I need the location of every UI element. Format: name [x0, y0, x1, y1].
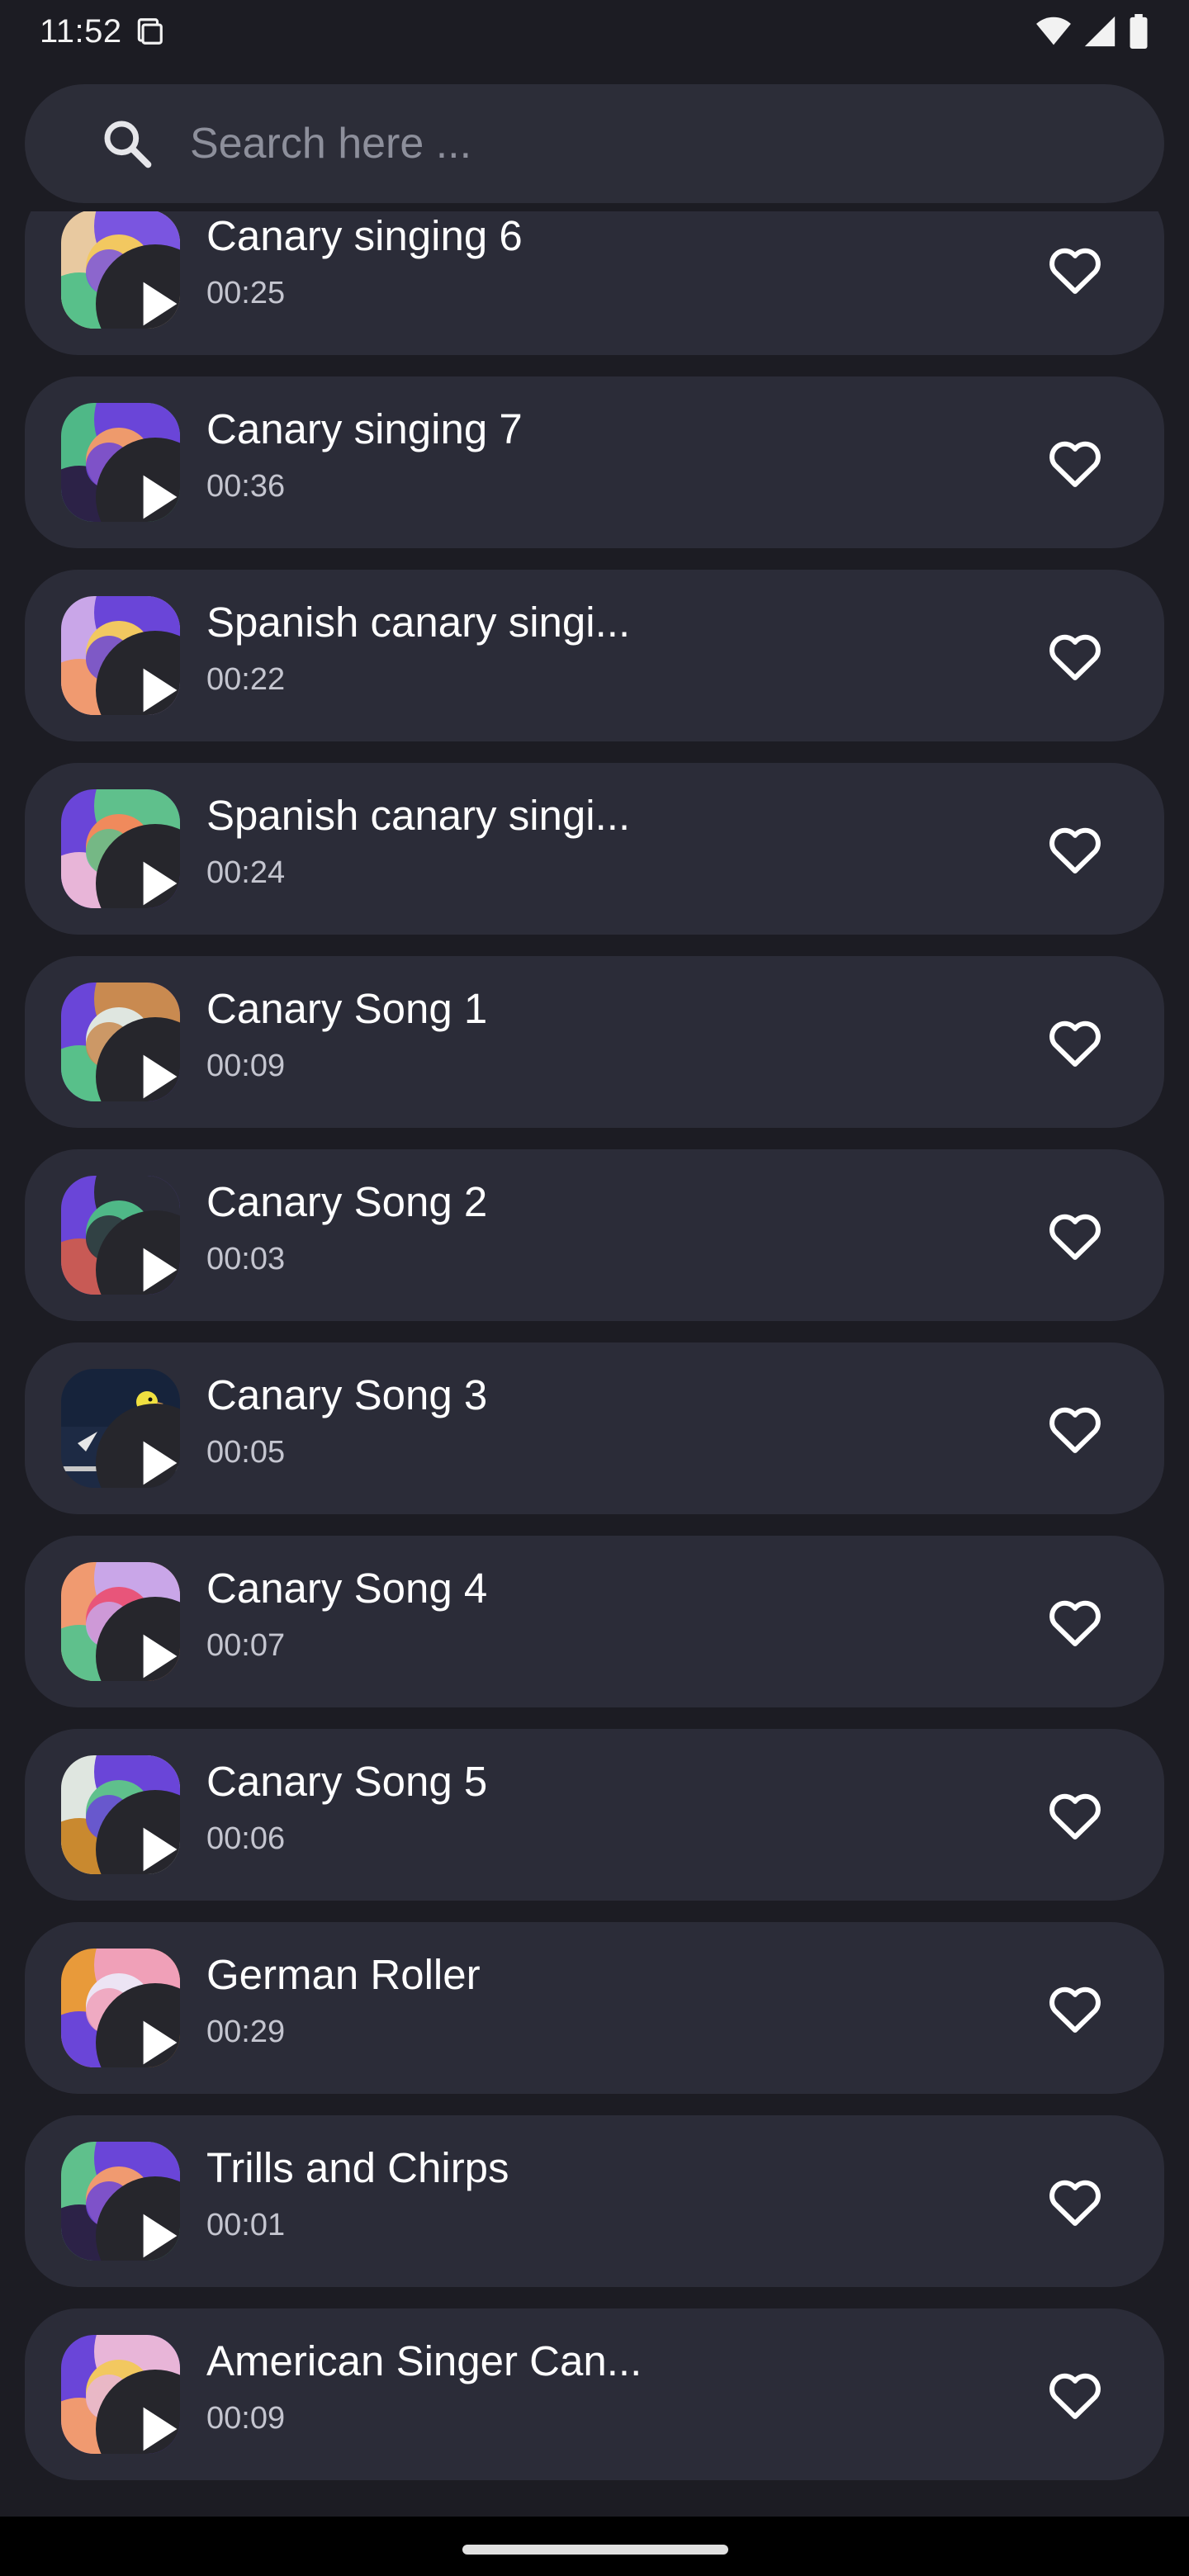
track-thumbnail[interactable] [61, 983, 180, 1101]
favorite-button[interactable] [1044, 1977, 1106, 2039]
status-time: 11:52 [40, 12, 122, 50]
track-card[interactable]: Canary Song 1 00:09 [25, 956, 1164, 1128]
track-duration: 00:24 [206, 855, 286, 890]
track-thumbnail[interactable] [61, 403, 180, 522]
track-duration: 00:07 [206, 1628, 286, 1663]
play-icon[interactable] [96, 2176, 180, 2261]
track-card[interactable]: Canary Song 4 00:07 [25, 1536, 1164, 1707]
play-icon[interactable] [96, 824, 180, 908]
battery-icon [1130, 14, 1148, 49]
favorite-button[interactable] [1044, 2170, 1106, 2233]
track-card[interactable]: Canary Song 5 00:06 [25, 1729, 1164, 1901]
track-card[interactable]: German Roller 00:29 [25, 1922, 1164, 2094]
status-right [1035, 14, 1149, 49]
play-icon[interactable] [96, 244, 180, 329]
track-title: German Roller [206, 1951, 481, 1998]
track-thumbnail[interactable] [61, 596, 180, 715]
track-duration: 00:06 [206, 1821, 286, 1856]
favorite-button[interactable] [1044, 1397, 1106, 1460]
track-card[interactable]: American Singer Can... 00:09 [25, 2308, 1164, 2480]
favorite-button[interactable] [1044, 1783, 1106, 1846]
heart-icon[interactable] [1044, 1793, 1106, 1849]
track-thumbnail[interactable] [61, 1369, 180, 1488]
track-thumbnail[interactable] [61, 211, 180, 329]
track-title: Canary Song 5 [206, 1758, 488, 1805]
favorite-button[interactable] [1044, 2363, 1106, 2426]
track-thumbnail[interactable] [61, 1755, 180, 1874]
search-icon[interactable] [101, 117, 154, 170]
track-thumbnail[interactable] [61, 1562, 180, 1681]
track-list[interactable]: Canary singing 6 00:25 Canary singing 7 00:… [0, 211, 1189, 2517]
track-title: Canary Song 4 [206, 1565, 488, 1612]
heart-icon[interactable] [1044, 441, 1106, 497]
play-icon[interactable] [96, 1017, 180, 1101]
favorite-button[interactable] [1044, 1590, 1106, 1653]
track-title: Spanish canary singi... [206, 792, 631, 839]
search-bar[interactable] [25, 84, 1164, 203]
signal-icon [1084, 16, 1116, 47]
heart-icon[interactable] [1044, 2180, 1106, 2236]
heart-icon[interactable] [1044, 1214, 1106, 1270]
heart-icon[interactable] [1044, 2373, 1106, 2429]
play-icon[interactable] [96, 2370, 180, 2454]
track-thumbnail[interactable] [61, 2335, 180, 2454]
track-title: Canary singing 6 [206, 212, 523, 259]
track-card[interactable]: Spanish canary singi... 00:22 [25, 570, 1164, 741]
status-bar: 11:52 [0, 0, 1189, 63]
track-card[interactable]: Canary Song 3 00:05 [25, 1342, 1164, 1514]
favorite-button[interactable] [1044, 817, 1106, 880]
heart-icon[interactable] [1044, 1600, 1106, 1656]
play-icon[interactable] [96, 1210, 180, 1295]
heart-icon[interactable] [1044, 1986, 1106, 2043]
track-card[interactable]: Canary Song 2 00:03 [25, 1149, 1164, 1321]
status-left: 11:52 [40, 13, 165, 50]
heart-icon[interactable] [1044, 827, 1106, 883]
track-title: American Singer Can... [206, 2337, 642, 2384]
favorite-button[interactable] [1044, 1204, 1106, 1267]
heart-icon[interactable] [1044, 1020, 1106, 1077]
sim-card-icon [137, 18, 163, 45]
home-gesture-handle[interactable] [462, 2545, 728, 2555]
wifi-icon [1036, 17, 1071, 45]
play-icon[interactable] [96, 1790, 180, 1874]
track-duration: 00:09 [206, 1049, 286, 1083]
favorite-button[interactable] [1044, 431, 1106, 494]
track-thumbnail[interactable] [61, 1176, 180, 1295]
track-duration: 00:05 [206, 1435, 286, 1470]
track-title: Spanish canary singi... [206, 599, 631, 646]
track-card[interactable]: Canary singing 6 00:25 [25, 211, 1164, 355]
track-duration: 00:29 [206, 2015, 286, 2049]
search-input[interactable] [188, 118, 1100, 169]
navigation-bar [0, 2517, 1189, 2576]
track-card[interactable]: Trills and Chirps 00:01 [25, 2115, 1164, 2287]
track-card[interactable]: Canary singing 7 00:36 [25, 376, 1164, 548]
track-duration: 00:01 [206, 2208, 286, 2242]
play-icon[interactable] [96, 1404, 180, 1488]
track-thumbnail[interactable] [61, 789, 180, 908]
track-duration: 00:25 [206, 276, 286, 310]
track-title: Canary Song 2 [206, 1178, 488, 1225]
track-card[interactable]: Spanish canary singi... 00:24 [25, 763, 1164, 935]
track-duration: 00:03 [206, 1242, 286, 1276]
track-title: Canary Song 1 [206, 985, 488, 1032]
play-icon[interactable] [96, 1983, 180, 2067]
track-duration: 00:09 [206, 2401, 286, 2436]
track-title: Canary Song 3 [206, 1371, 488, 1418]
favorite-button[interactable] [1044, 238, 1106, 301]
heart-icon[interactable] [1044, 1407, 1106, 1463]
heart-icon[interactable] [1044, 248, 1106, 304]
play-icon[interactable] [96, 631, 180, 715]
track-thumbnail[interactable] [61, 1949, 180, 2067]
play-icon[interactable] [96, 438, 180, 522]
favorite-button[interactable] [1044, 1011, 1106, 1073]
favorite-button[interactable] [1044, 624, 1106, 687]
play-icon[interactable] [96, 1597, 180, 1681]
track-duration: 00:36 [206, 469, 286, 504]
track-thumbnail[interactable] [61, 2142, 180, 2261]
track-title: Trills and Chirps [206, 2144, 509, 2191]
heart-icon[interactable] [1044, 634, 1106, 690]
track-title: Canary singing 7 [206, 405, 523, 452]
track-duration: 00:22 [206, 662, 286, 697]
